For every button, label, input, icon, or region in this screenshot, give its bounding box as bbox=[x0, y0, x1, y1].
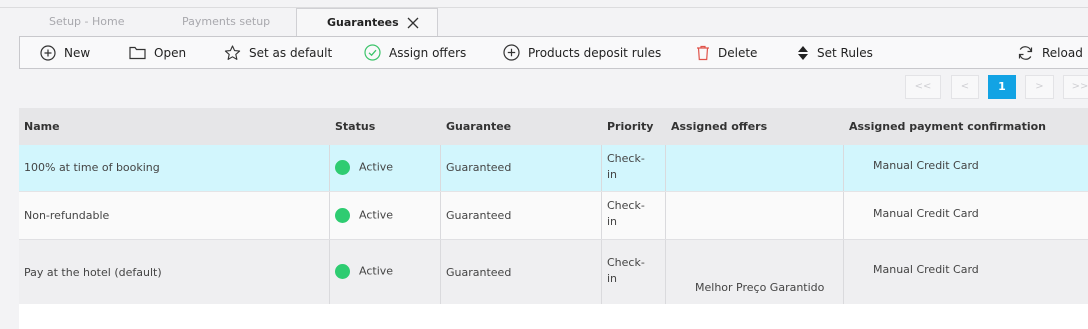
tab-setup-home[interactable]: Setup - Home bbox=[49, 8, 124, 36]
row-payment: Manual Credit Card bbox=[873, 263, 979, 276]
column-header-assigned-offers[interactable]: Assigned offers bbox=[671, 108, 767, 145]
set-as-default-label: Set as default bbox=[249, 45, 333, 60]
new-button[interactable]: New bbox=[40, 37, 90, 68]
tab-guarantees[interactable]: Guarantees bbox=[296, 8, 438, 37]
row-name: Pay at the hotel (default) bbox=[24, 266, 162, 279]
row-guarantee: Guaranteed bbox=[446, 266, 512, 279]
plus-circle-icon bbox=[503, 44, 520, 61]
star-icon bbox=[224, 44, 241, 60]
status-active-icon bbox=[335, 160, 350, 175]
column-header-guarantee[interactable]: Guarantee bbox=[446, 108, 511, 145]
pager-first-button[interactable]: << bbox=[905, 75, 941, 99]
column-header-status[interactable]: Status bbox=[335, 108, 375, 145]
pager-page-current[interactable]: 1 bbox=[988, 75, 1016, 99]
check-circle-icon bbox=[364, 44, 381, 61]
reload-label: Reload bbox=[1042, 45, 1083, 60]
pager-prev-button[interactable]: < bbox=[951, 75, 979, 99]
products-deposit-rules-label: Products deposit rules bbox=[528, 45, 662, 60]
row-status-label: Active bbox=[359, 208, 394, 222]
status-active-icon bbox=[335, 264, 350, 279]
tab-guarantees-label: Guarantees bbox=[327, 16, 399, 29]
table-header: Name Status Guarantee Priority Assigned … bbox=[19, 108, 1088, 145]
sort-icon bbox=[798, 45, 808, 60]
row-status: Active bbox=[335, 264, 393, 328]
row-priority: Check-in bbox=[607, 256, 645, 285]
new-label: New bbox=[64, 45, 91, 60]
set-as-default-button[interactable]: Set as default bbox=[224, 37, 332, 68]
close-icon[interactable] bbox=[405, 15, 421, 31]
plus-circle-icon bbox=[40, 44, 56, 61]
row-status-label: Active bbox=[359, 160, 394, 174]
status-active-icon bbox=[335, 208, 350, 223]
open-button[interactable]: Open bbox=[129, 37, 186, 68]
column-header-assigned-payment[interactable]: Assigned payment confirmation bbox=[849, 108, 1046, 145]
pager-next-button[interactable]: > bbox=[1025, 75, 1054, 99]
assign-offers-label: Assign offers bbox=[389, 45, 467, 60]
set-rules-label: Set Rules bbox=[817, 45, 873, 60]
open-label: Open bbox=[154, 45, 187, 60]
folder-icon bbox=[129, 46, 146, 60]
set-rules-button[interactable]: Set Rules bbox=[797, 37, 873, 68]
table-row[interactable]: 100% at time of booking Active Guarantee… bbox=[19, 145, 1088, 191]
assign-offers-button[interactable]: Assign offers bbox=[364, 37, 466, 68]
trash-icon bbox=[697, 45, 709, 60]
table-row[interactable]: Pay at the hotel (default) Active Guaran… bbox=[19, 239, 1088, 304]
products-deposit-rules-button[interactable]: Products deposit rules bbox=[503, 37, 661, 68]
delete-label: Delete bbox=[718, 45, 758, 60]
column-header-priority[interactable]: Priority bbox=[607, 108, 653, 145]
reload-button[interactable]: Reload bbox=[1017, 37, 1083, 68]
tab-payments-setup[interactable]: Payments setup bbox=[182, 8, 270, 36]
guarantees-table: Name Status Guarantee Priority Assigned … bbox=[19, 108, 1088, 329]
pager-last-button[interactable]: >> bbox=[1063, 75, 1088, 99]
table-row[interactable]: Non-refundable Active Guaranteed Check-i… bbox=[19, 191, 1088, 239]
column-header-name[interactable]: Name bbox=[24, 108, 60, 145]
tab-bar-divider bbox=[0, 7, 1088, 8]
toolbar: New Open Set as default Assign offers Pr… bbox=[19, 36, 1088, 69]
row-status-label: Active bbox=[359, 264, 394, 278]
delete-button[interactable]: Delete bbox=[696, 37, 757, 68]
reload-icon bbox=[1018, 45, 1033, 60]
row-offers: Melhor Preço Garantido bbox=[695, 281, 825, 294]
